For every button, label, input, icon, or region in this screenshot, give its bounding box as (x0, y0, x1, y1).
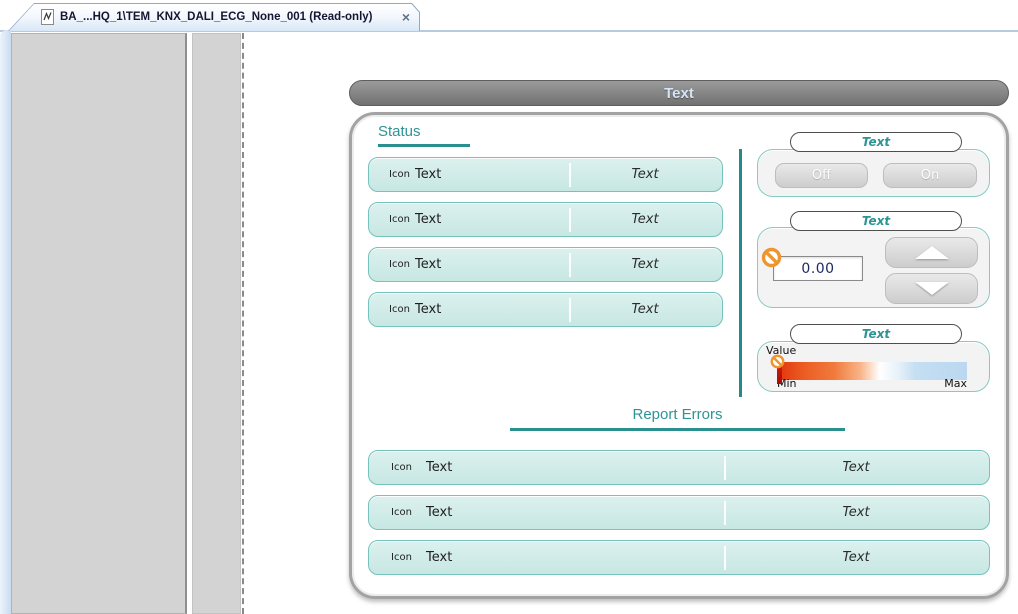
decrement-button[interactable] (885, 273, 978, 304)
spinner-caption-label: Text (862, 214, 890, 228)
status-row-label: Text (415, 212, 441, 227)
spinner-group-caption: Text (790, 211, 962, 231)
value-input[interactable]: 0.00 (773, 256, 863, 281)
report-row-icon: Icon (391, 507, 412, 518)
status-row-label: Text (415, 302, 441, 317)
status-row-icon: Icon (389, 169, 410, 180)
up-arrow-icon (915, 246, 949, 259)
report-errors-underline (510, 428, 845, 431)
status-underline (378, 144, 470, 147)
template-header-label: Text (664, 85, 694, 102)
status-row[interactable]: Icon Text Text (368, 292, 723, 327)
status-row-label: Text (415, 167, 441, 182)
close-icon[interactable]: × (398, 10, 414, 24)
no-entry-icon (761, 247, 782, 272)
no-entry-icon (770, 354, 785, 373)
report-error-row[interactable]: Icon Text Text (368, 495, 990, 530)
window-frame-edge (0, 30, 11, 614)
app-window: BA_...HQ_1\TEM_KNX_DALI_ECG_None_001 (Re… (0, 0, 1018, 614)
left-dock-panel (11, 33, 187, 614)
status-row-value: Text (569, 302, 721, 317)
report-row-value: Text (724, 505, 988, 520)
report-row-label: Text (426, 505, 452, 520)
document-tab[interactable]: BA_...HQ_1\TEM_KNX_DALI_ECG_None_001 (Re… (8, 3, 420, 31)
report-error-row[interactable]: Icon Text Text (368, 450, 990, 485)
status-row-icon: Icon (389, 259, 410, 270)
increment-button[interactable] (885, 237, 978, 268)
status-row-label: Text (415, 257, 441, 272)
report-row-label: Text (426, 550, 452, 565)
off-button[interactable]: Off (775, 163, 868, 188)
status-row-value: Text (569, 257, 721, 272)
secondary-dock-panel (192, 33, 241, 614)
on-button[interactable]: On (883, 163, 977, 188)
switch-caption-label: Text (862, 135, 890, 149)
gradient-group-caption: Text (790, 324, 962, 344)
dock-splitter[interactable] (242, 33, 244, 614)
report-row-label: Text (426, 460, 452, 475)
status-row-value: Text (569, 212, 721, 227)
status-heading: Status (378, 123, 421, 140)
status-row[interactable]: Icon Text Text (368, 157, 723, 192)
report-row-value: Text (724, 550, 988, 565)
down-arrow-icon (915, 282, 949, 295)
tab-title: BA_...HQ_1\TEM_KNX_DALI_ECG_None_001 (Re… (60, 11, 392, 23)
status-row[interactable]: Icon Text Text (368, 202, 723, 237)
report-errors-heading: Report Errors (510, 406, 845, 423)
report-row-value: Text (724, 460, 988, 475)
status-row-icon: Icon (389, 304, 410, 315)
gradient-caption-label: Text (862, 327, 890, 341)
status-row-value: Text (569, 167, 721, 182)
template-header: Text (349, 80, 1009, 106)
status-row-icon: Icon (389, 214, 410, 225)
document-icon (41, 9, 54, 25)
report-row-icon: Icon (391, 552, 412, 563)
template-panel: Status Icon Text Text Icon Text Text Ico… (349, 112, 1009, 599)
status-row[interactable]: Icon Text Text (368, 247, 723, 282)
gradient-max-label: Max (937, 377, 967, 390)
report-error-row[interactable]: Icon Text Text (368, 540, 990, 575)
switch-group-caption: Text (790, 132, 962, 152)
report-row-icon: Icon (391, 462, 412, 473)
column-divider (739, 149, 742, 397)
